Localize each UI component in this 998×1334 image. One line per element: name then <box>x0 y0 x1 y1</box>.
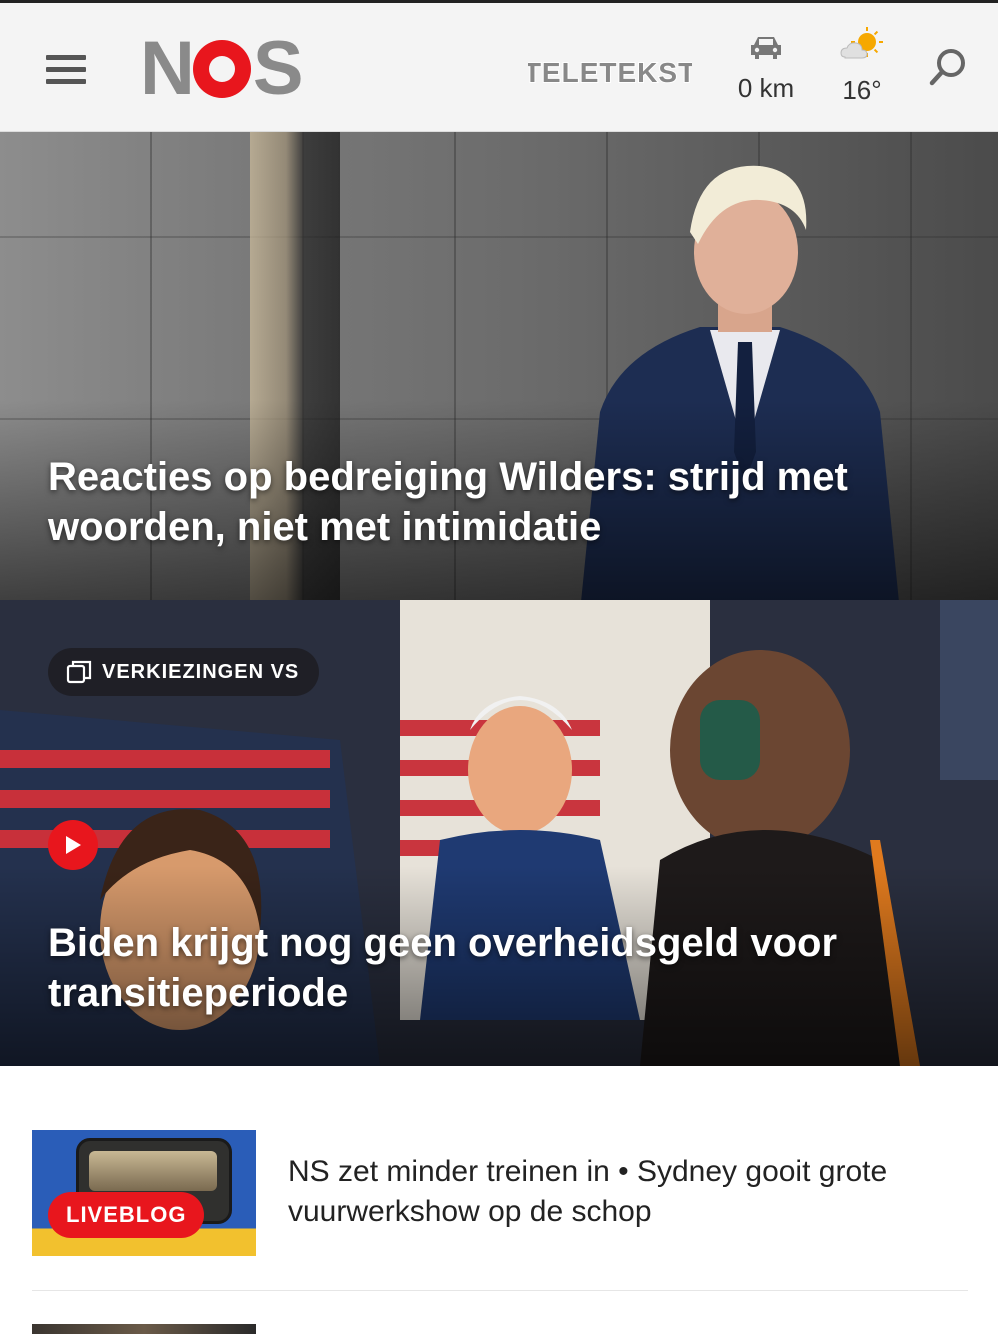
next-list-item-thumbnail[interactable] <box>32 1324 256 1334</box>
category-tag[interactable]: VERKIEZINGEN VS <box>48 648 320 696</box>
traffic-value: 0 km <box>737 73 795 103</box>
top-header: NS TELETEKST 0 km 16° <box>0 0 998 132</box>
teletekst-link[interactable]: TELETEKST <box>523 56 696 89</box>
collection-icon <box>66 660 92 684</box>
temperature-value: 16° <box>842 75 882 105</box>
list-item-title[interactable]: NS zet minder treinen in • Sydney gooit … <box>288 1152 968 1232</box>
play-video-button[interactable] <box>48 820 98 870</box>
svg-text:TELETEKST: TELETEKST <box>528 57 692 87</box>
article-list: LIVEBLOG NS zet minder treinen in • Sydn… <box>0 1066 998 1334</box>
list-item-thumbnail: LIVEBLOG <box>32 1130 256 1256</box>
liveblog-badge: LIVEBLOG <box>48 1192 205 1238</box>
hero-1-title[interactable]: Reacties op bedreiging Wilders: strijd m… <box>48 452 918 552</box>
hero-2-title[interactable]: Biden krijgt nog geen overheidsgeld voor… <box>48 918 918 1018</box>
hamburger-menu-icon[interactable] <box>46 55 86 85</box>
list-item[interactable]: LIVEBLOG NS zet minder treinen in • Sydn… <box>32 1130 968 1291</box>
nos-logo[interactable]: NS <box>140 31 304 107</box>
search-icon[interactable] <box>928 47 968 87</box>
partly-sunny-icon <box>840 27 883 59</box>
play-icon <box>66 836 81 854</box>
category-tag-label: VERKIEZINGEN VS <box>102 660 300 683</box>
traffic-widget[interactable]: 0 km <box>728 33 804 104</box>
car-icon <box>751 37 781 59</box>
weather-widget[interactable]: 16° <box>830 27 894 106</box>
teletekst-logo: TELETEKST <box>523 56 696 89</box>
